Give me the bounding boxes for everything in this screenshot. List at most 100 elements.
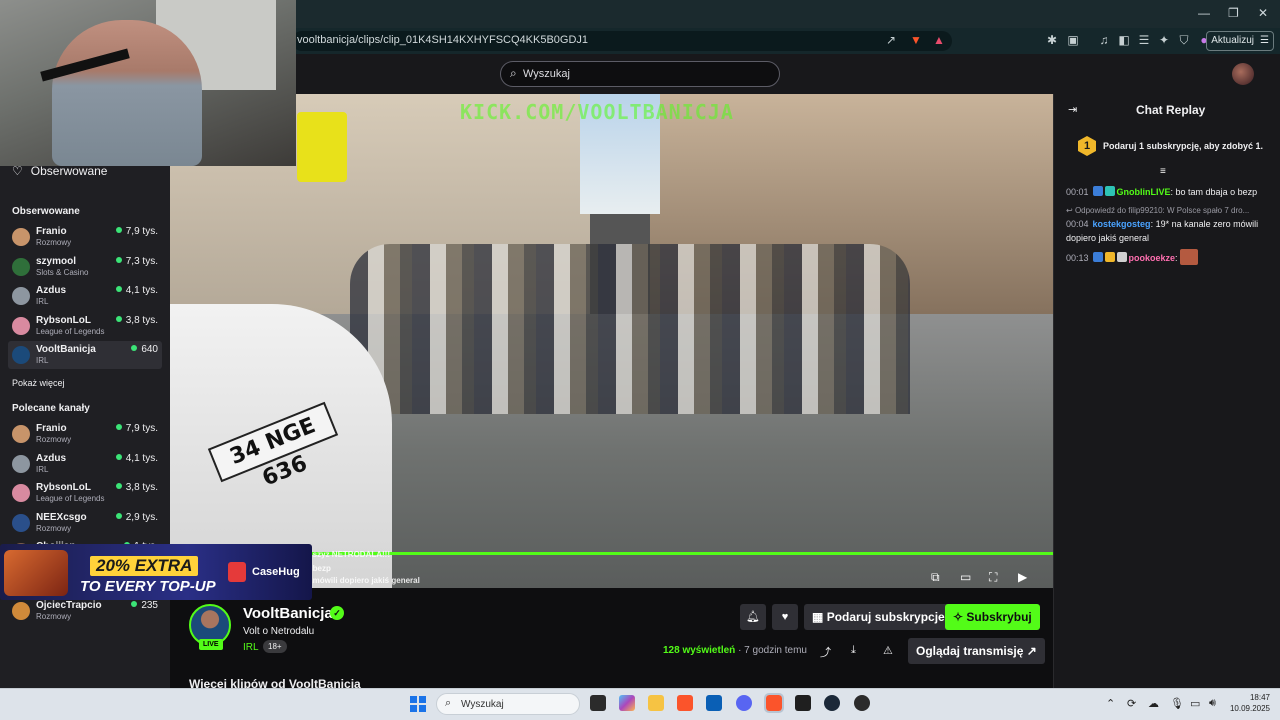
channel-name: szymool — [36, 255, 77, 267]
obs-icon[interactable] — [854, 695, 870, 711]
viewer-count: 2,9 tys. — [116, 512, 158, 523]
pin-icon[interactable]: ≡ — [1160, 166, 1166, 177]
report-icon[interactable]: ⚠ — [883, 644, 893, 657]
sidebar-icon[interactable]: ◧ — [1117, 33, 1131, 47]
brave-shield-icon[interactable]: ▼ — [909, 33, 923, 47]
viewer-count: 7,3 tys. — [116, 256, 158, 267]
play-icon[interactable]: ▶ — [1018, 570, 1027, 584]
fullscreen-icon[interactable]: ⛶ — [989, 570, 997, 585]
sidebar-channel-ojciectrapcio[interactable]: OjciecTrapcio Rozmowy 235 — [8, 597, 162, 625]
sidebar-channel-szymool[interactable]: szymool Slots & Casino 7,3 tys. — [8, 253, 162, 281]
chat-text: : bo tam dbaja o bezp — [1170, 187, 1258, 197]
sidebar-channel-rybsonlol[interactable]: RybsonLoL League of Legends 3,8 tys. — [8, 479, 162, 507]
followed-title: Obserwowane — [12, 206, 80, 217]
monitor-icon[interactable]: ▭ — [1190, 697, 1200, 710]
sidebar-channel-rybsonlol[interactable]: RybsonLoL League of Legends 3,8 tys. — [8, 312, 162, 340]
viewer-count: 4,1 tys. — [116, 285, 158, 296]
channel-avatar — [12, 316, 30, 335]
channel-category: League of Legends — [36, 494, 105, 503]
emote-image — [1180, 249, 1199, 265]
steam-icon[interactable] — [824, 695, 840, 711]
rewards-icon[interactable]: ▲ — [932, 33, 946, 47]
brave-icon[interactable] — [677, 695, 693, 711]
sidebar-collapse[interactable]: ♡ Obserwowane — [12, 164, 107, 178]
clip-stats: 128 wyświetleń · 7 godzin temu — [663, 645, 807, 656]
sidebar-channel-neexcsgo[interactable]: NEEXcsgo Rozmowy 2,9 tys. — [8, 509, 162, 537]
windows-start-icon[interactable] — [410, 696, 426, 712]
url-text[interactable]: vooltbanicja/clips/clip_01K4SH14KXHYFSCQ… — [297, 34, 588, 46]
download-icon[interactable]: ⤓ — [851, 644, 856, 657]
gift-subs-label: Podaruj subskrypcje — [826, 610, 945, 624]
channel-avatar — [12, 454, 30, 473]
chat-message: 00:01 GnoblinLIVE: bo tam dbaja o bezp — [1066, 186, 1257, 197]
crown-icon — [1104, 252, 1115, 262]
badge-icon — [1092, 186, 1103, 196]
ad-banner[interactable]: 20% EXTRA TO EVERY TOP-UP CaseHug — [0, 544, 312, 600]
sidebar-channel-franio[interactable]: Franio Rozmowy 7,9 tys. — [8, 420, 162, 448]
share-icon[interactable]: ↗ — [884, 33, 898, 47]
gift-subs-button[interactable]: ▦ Podaruj subskrypcje — [804, 604, 953, 630]
copilot-icon[interactable] — [619, 695, 635, 711]
share-icon[interactable]: ⤴ — [820, 644, 831, 660]
bookmarks-icon[interactable]: ☰ — [1137, 33, 1151, 47]
close-icon[interactable]: ✕ — [1258, 6, 1268, 20]
chat-username[interactable]: kostekgosteg — [1093, 219, 1151, 229]
media-icon[interactable]: ♫ — [1097, 33, 1111, 47]
gift-goal-text[interactable]: Podaruj 1 subskrypcję, aby zdobyć 1. — [1103, 141, 1263, 151]
extensions-icon[interactable]: ✱ — [1045, 33, 1059, 47]
watch-stream-label: Oglądaj transmisję — [916, 644, 1024, 658]
search-icon: ⌕ — [510, 66, 517, 80]
minimize-icon[interactable]: — — [1198, 6, 1210, 20]
chat-username[interactable]: pookoekze — [1129, 253, 1176, 263]
watch-stream-button[interactable]: Oglądaj transmisję ↗ — [908, 638, 1045, 664]
brave-active-icon[interactable] — [764, 693, 784, 713]
recommended-title: Polecane kanały — [12, 403, 90, 414]
video-player[interactable]: 34 NGE 636 KICK.COM/VOOLTBANICJA ...szyz… — [170, 94, 1053, 588]
channel-name: Franio — [36, 226, 67, 237]
chat-collapse-icon[interactable]: ⇥ — [1068, 103, 1077, 116]
heart-icon: ♥ — [781, 611, 789, 623]
channel-avatar — [12, 484, 30, 502]
channel-avatar — [12, 346, 30, 364]
channel-name: VooltBanicja — [36, 344, 96, 355]
stream-title: Volt o Netrodalu — [243, 626, 315, 637]
pip-icon[interactable]: ⧉ — [931, 570, 940, 585]
vpn-icon[interactable]: ⛉ — [1177, 33, 1191, 48]
sidebar-channel-vooltbanicja[interactable]: VooltBanicja IRL 640 — [8, 341, 162, 369]
show-more-link[interactable]: Pokaż więcej — [12, 378, 65, 388]
taskbar-clock[interactable]: 18:47 10.09.2025 — [1226, 692, 1270, 714]
leo-icon[interactable]: ✦ — [1157, 33, 1171, 47]
sidebar-channel-franio[interactable]: Franio Rozmowy 7,9 tys. — [8, 223, 162, 251]
taskbar-search[interactable]: ⌕ Wyszukaj — [436, 693, 580, 715]
sidebar-channel-azdus[interactable]: Azdus IRL 4,1 tys. — [8, 450, 162, 478]
subscribe-label: Subskrybuj — [966, 610, 1032, 624]
volume-icon[interactable]: 🔊︎ — [1209, 697, 1216, 710]
reply-preview[interactable]: ↩ Odpowiedź do filip99210: W Polsce spał… — [1066, 206, 1266, 215]
subscribe-button[interactable]: ✧ Subskrybuj — [945, 604, 1040, 630]
terminal-icon[interactable] — [795, 695, 811, 711]
category-link[interactable]: IRL — [243, 642, 259, 653]
sync-icon[interactable]: ⟳ — [1127, 697, 1136, 710]
tray-chevron-icon[interactable]: ⌃ — [1106, 697, 1115, 710]
sidebar-collapse-label: Obserwowane — [30, 164, 108, 178]
update-button[interactable]: Aktualizuj ☰ — [1206, 31, 1274, 51]
theater-icon[interactable]: ▭ — [960, 570, 971, 584]
cloud-icon[interactable]: ☁ — [1148, 697, 1159, 710]
sidebar-channel-azdus[interactable]: Azdus IRL 4,1 tys. — [8, 282, 162, 310]
discord-icon[interactable] — [736, 695, 752, 711]
user-avatar[interactable] — [1232, 63, 1254, 85]
channel-category: League of Legends — [36, 326, 105, 336]
follow-button[interactable]: ♥ — [772, 604, 798, 630]
channel-name[interactable]: VooltBanicja — [243, 605, 333, 622]
heart-icon: ♡ — [12, 164, 23, 178]
file-explorer-icon[interactable] — [648, 695, 664, 711]
wallet-icon[interactable]: ▣ — [1066, 33, 1080, 47]
search-input[interactable]: ⌕ Wyszukaj — [500, 61, 780, 87]
task-view-icon[interactable] — [590, 695, 606, 711]
restore-icon[interactable]: ❐ — [1228, 6, 1239, 20]
store-icon[interactable] — [706, 695, 722, 711]
chat-username[interactable]: GnoblinLIVE — [1117, 187, 1171, 197]
notifications-button[interactable]: 🔔︎ — [740, 604, 766, 630]
channel-name: Azdus — [36, 285, 66, 296]
mic-icon[interactable]: 🎙︎ — [1170, 697, 1184, 710]
